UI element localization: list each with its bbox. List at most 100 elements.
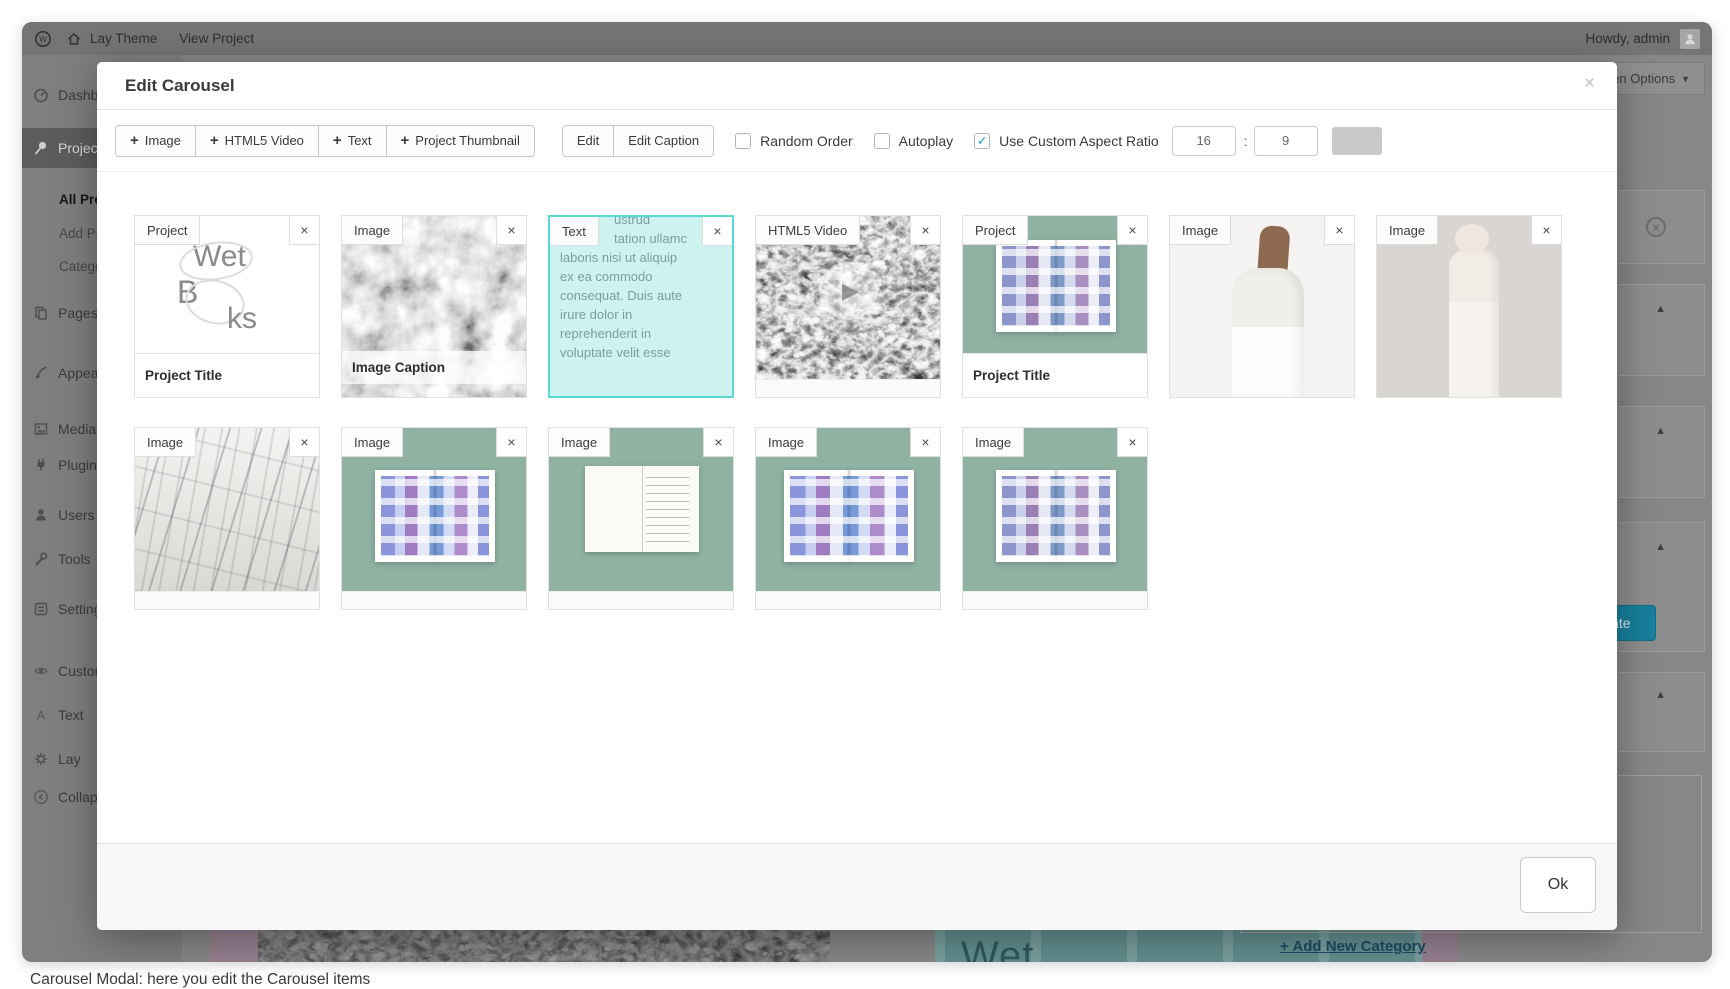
close-icon: × — [921, 222, 929, 238]
carousel-item-html5-video[interactable]: ▶ HTML5 Video × — [755, 215, 941, 398]
toggle-panel-icon[interactable]: ▲ — [1655, 303, 1666, 315]
logo-text: Wet — [193, 240, 246, 274]
aspect-width-input[interactable] — [1172, 126, 1236, 156]
remove-item-button[interactable]: × — [1324, 216, 1354, 245]
remove-item-button[interactable]: × — [910, 216, 940, 245]
carousel-item-project[interactable]: Project × Project Title — [962, 215, 1148, 398]
carousel-item-image[interactable]: Image × — [134, 427, 320, 610]
toggle-panel-icon[interactable]: ▲ — [1655, 689, 1666, 701]
carousel-item-image[interactable]: Image × — [548, 427, 734, 610]
ok-button[interactable]: Ok — [1520, 857, 1596, 913]
aspect-height-input[interactable] — [1254, 126, 1318, 156]
wordpress-logo-icon[interactable]: W — [34, 30, 52, 48]
howdy-menu[interactable]: Howdy, admin — [1585, 31, 1670, 46]
sidebar-item-label: Tools — [58, 551, 91, 567]
gear-icon — [33, 751, 49, 767]
view-project-menu[interactable]: View Project — [179, 31, 254, 46]
add-button-group: + Image + HTML5 Video + Text + Project T… — [115, 125, 535, 157]
checkbox-box[interactable] — [735, 133, 751, 149]
modal-header: Edit Carousel × — [97, 62, 1617, 110]
dismiss-icon[interactable]: × — [1646, 217, 1666, 237]
carousel-item-image[interactable]: Image × — [962, 427, 1148, 610]
admin-bar: W Lay Theme View Project Howdy, admin — [22, 22, 1712, 55]
site-name-menu[interactable]: Lay Theme — [90, 31, 157, 46]
page-caption: Carousel Modal: here you edit the Carous… — [30, 971, 370, 989]
empty-caption-strip — [756, 591, 940, 609]
empty-caption-strip — [756, 379, 940, 397]
media-icon — [33, 421, 49, 437]
remove-item-button[interactable]: × — [1117, 216, 1147, 245]
remove-item-button[interactable]: × — [910, 428, 940, 457]
remove-item-button[interactable]: × — [496, 428, 526, 457]
avatar[interactable] — [1680, 29, 1700, 49]
remove-item-button[interactable]: × — [1531, 216, 1561, 245]
checkbox-label: Use Custom Aspect Ratio — [999, 133, 1159, 149]
checkbox-box[interactable]: ✓ — [974, 133, 990, 149]
add-image-button[interactable]: + Image — [115, 125, 196, 157]
close-icon: × — [921, 434, 929, 450]
sidebar-item-label: Media — [58, 421, 96, 437]
item-type-label: Image — [342, 216, 403, 245]
item-type-label: Image — [1377, 216, 1438, 245]
edit-button[interactable]: Edit — [562, 125, 614, 157]
carousel-item-image[interactable]: Image × — [341, 427, 527, 610]
carousel-item-text-selected[interactable]: ustrud tation ullamc laboris nisi ut ali… — [548, 215, 734, 398]
svg-text:W: W — [39, 35, 47, 44]
close-icon: × — [507, 434, 515, 450]
sidebar-item-label: Text — [58, 707, 84, 723]
carousel-item-image[interactable]: Image × — [1169, 215, 1355, 398]
add-html5-video-button[interactable]: + HTML5 Video — [195, 125, 319, 157]
empty-caption-strip — [342, 591, 526, 609]
item-type-label: Image — [342, 428, 403, 457]
plus-icon: + — [130, 132, 139, 149]
close-icon[interactable]: × — [1584, 74, 1595, 93]
add-project-thumbnail-button[interactable]: + Project Thumbnail — [386, 125, 535, 157]
item-type-label: Image — [549, 428, 610, 457]
user-icon — [33, 507, 49, 523]
close-icon: × — [300, 222, 308, 238]
eye-icon — [33, 663, 49, 679]
modal-footer: Ok — [97, 843, 1617, 930]
letter-a-icon: A — [33, 707, 49, 723]
carousel-item-image[interactable]: Image × Image Caption — [341, 215, 527, 398]
remove-item-button[interactable]: × — [702, 217, 732, 246]
modal-title: Edit Carousel — [125, 76, 235, 96]
item-caption: Project Title — [135, 353, 319, 397]
carousel-item-image[interactable]: Image × — [755, 427, 941, 610]
use-custom-aspect-ratio-checkbox[interactable]: ✓ Use Custom Aspect Ratio — [974, 133, 1159, 149]
add-text-button[interactable]: + Text — [318, 125, 387, 157]
remove-item-button[interactable]: × — [1117, 428, 1147, 457]
play-icon: ▶ — [819, 262, 877, 320]
edit-caption-button[interactable]: Edit Caption — [613, 125, 714, 157]
checkbox-box[interactable] — [874, 133, 890, 149]
sidebar-item-label: Users — [58, 507, 95, 523]
home-icon[interactable] — [66, 31, 82, 47]
plus-icon: + — [333, 132, 342, 149]
aspect-color-swatch[interactable] — [1332, 127, 1382, 155]
pin-icon — [33, 140, 49, 156]
plus-icon: + — [210, 132, 219, 149]
empty-caption-strip — [135, 591, 319, 609]
edit-carousel-modal: Edit Carousel × + Image + HTML5 Video + … — [97, 62, 1617, 930]
close-icon: × — [714, 434, 722, 450]
item-type-label: Image — [1170, 216, 1231, 245]
remove-item-button[interactable]: × — [703, 428, 733, 457]
close-icon: × — [1128, 222, 1136, 238]
plus-icon: + — [401, 132, 410, 149]
remove-item-button[interactable]: × — [289, 216, 319, 245]
item-type-label: Image — [963, 428, 1024, 457]
remove-item-button[interactable]: × — [496, 216, 526, 245]
autoplay-checkbox[interactable]: Autoplay — [874, 133, 953, 149]
close-icon: × — [300, 434, 308, 450]
aspect-ratio-separator: : — [1244, 133, 1248, 149]
carousel-item-project[interactable]: Wet B ks Project × Project Title — [134, 215, 320, 398]
add-new-category-link[interactable]: + Add New Category — [1280, 938, 1426, 955]
carousel-item-image[interactable]: Image × — [1376, 215, 1562, 398]
checkbox-label: Autoplay — [899, 133, 953, 149]
random-order-checkbox[interactable]: Random Order — [735, 133, 853, 149]
toggle-panel-icon[interactable]: ▲ — [1655, 425, 1666, 437]
item-type-label: Project — [135, 216, 200, 245]
remove-item-button[interactable]: × — [289, 428, 319, 457]
toggle-panel-icon[interactable]: ▲ — [1655, 541, 1666, 553]
item-caption: Project Title — [963, 353, 1147, 397]
